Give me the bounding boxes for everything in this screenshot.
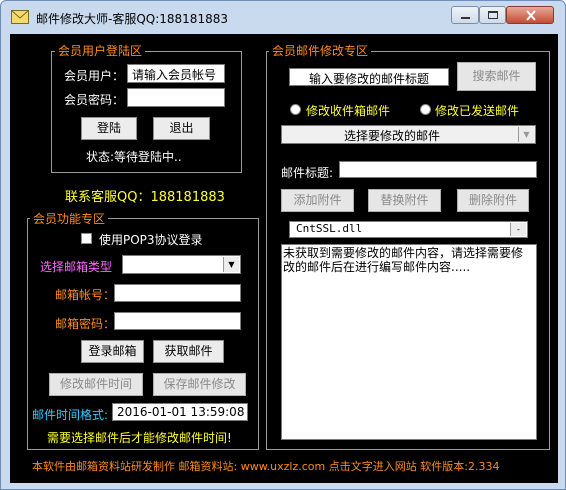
login-status: 状态:等待登陆中.. — [86, 150, 182, 164]
mail-account-input[interactable] — [114, 284, 241, 302]
title-bar[interactable]: 邮件修改大师-客服QQ:188181883 — [1, 1, 565, 34]
time-format-input[interactable]: 2016-01-01 13:59:08 — [112, 403, 248, 421]
close-icon — [526, 10, 536, 21]
select-mail-value: 选择要修改的邮件 — [344, 129, 441, 143]
contact-qq: 联系客服QQ：188181883 — [65, 190, 225, 205]
attachment-select[interactable]: CntSSL.dll - — [289, 221, 528, 238]
maximize-button[interactable] — [479, 6, 506, 24]
radio-inbox[interactable] — [290, 104, 301, 115]
attachment-value: CntSSL.dll — [296, 222, 363, 235]
mail-password-label: 邮箱密码： — [55, 317, 116, 331]
radio-sent[interactable] — [420, 104, 431, 115]
mail-content-textarea[interactable]: 未获取到需要修改的邮件内容，请选择需要修改的邮件后在进行编写邮件内容..... — [281, 244, 537, 440]
mailbox-type-label: 选择邮箱类型 — [40, 260, 113, 274]
mail-password-input[interactable] — [114, 312, 241, 330]
search-title-input[interactable]: 输入要修改的邮件标题 — [289, 68, 449, 86]
pop3-checkbox[interactable] — [81, 233, 92, 244]
subject-label: 邮件标题: — [281, 166, 334, 180]
chevron-down-icon: ▼ — [518, 127, 534, 142]
app-window: 邮件修改大师-客服QQ:188181883 会员用户登陆区 会员用户： 请输入会… — [0, 0, 566, 490]
username-input[interactable]: 请输入会员帐号 — [127, 64, 225, 83]
envelope-icon — [11, 10, 29, 24]
chevron-down-icon: - — [510, 223, 526, 236]
select-mail-combo[interactable]: 选择要修改的邮件 ▼ — [281, 125, 536, 144]
maximize-icon — [488, 11, 498, 19]
pop3-label: 使用POP3协议登录 — [99, 233, 203, 247]
member-group-legend: 会员功能专区 — [30, 210, 109, 227]
minimize-icon — [461, 17, 470, 19]
login-group-legend: 会员用户登陆区 — [55, 42, 146, 59]
client-area: 会员用户登陆区 会员用户： 请输入会员帐号 会员密码： 登陆 退出 状态:等待登… — [10, 34, 558, 483]
modify-group-legend: 会员邮件修改专区 — [269, 42, 372, 59]
subject-input[interactable] — [339, 161, 537, 178]
close-button[interactable] — [506, 6, 554, 24]
footer-text[interactable]: 本软件由邮箱资料站研发制作 邮箱资料站: www.uxzlz.com 点击文字进… — [32, 458, 499, 474]
time-format-label: 邮件时间格式: — [32, 408, 109, 422]
search-mail-button[interactable]: 搜索邮件 — [457, 62, 536, 91]
username-label: 会员用户： — [64, 69, 125, 83]
time-modify-hint: 需要选择邮件后才能修改邮件时间! — [47, 431, 232, 445]
chevron-down-icon: ▼ — [223, 257, 239, 272]
password-label: 会员密码： — [64, 93, 125, 107]
password-input[interactable] — [127, 88, 225, 107]
logout-button[interactable]: 退出 — [153, 117, 210, 140]
radio-sent-label: 修改已发送邮件 — [435, 104, 520, 118]
mail-content-text: 未获取到需要修改的邮件内容，请选择需要修改的邮件后在进行编写邮件内容..... — [283, 246, 524, 274]
mailbox-type-select[interactable]: ▼ — [122, 255, 241, 274]
radio-inbox-label: 修改收件箱邮件 — [306, 104, 391, 118]
modify-time-button[interactable]: 修改邮件时间 — [49, 373, 143, 396]
add-attachment-button[interactable]: 添加附件 — [281, 189, 354, 212]
mail-account-label: 邮箱帐号： — [55, 288, 116, 302]
delete-attachment-button[interactable]: 删除附件 — [457, 189, 529, 212]
save-modify-button[interactable]: 保存邮件修改 — [153, 373, 246, 396]
window-title: 邮件修改大师-客服QQ:188181883 — [36, 12, 228, 26]
login-mailbox-button[interactable]: 登录邮箱 — [81, 340, 144, 363]
login-button[interactable]: 登陆 — [81, 117, 137, 140]
fetch-mail-button[interactable]: 获取邮件 — [153, 340, 224, 363]
replace-attachment-button[interactable]: 替换附件 — [368, 189, 441, 212]
minimize-button[interactable] — [451, 6, 479, 24]
